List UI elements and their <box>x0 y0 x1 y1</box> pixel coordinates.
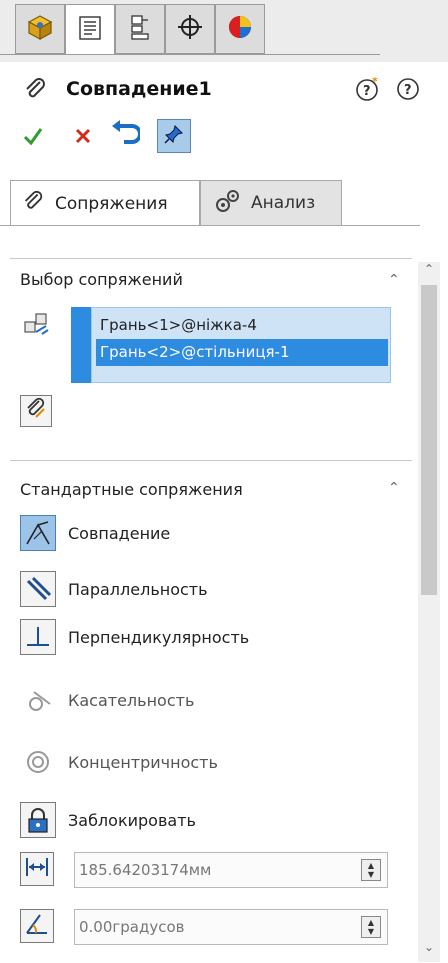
scroll-down-arrow-icon[interactable]: ⌄ <box>420 940 438 958</box>
spin-down-icon: ▼ <box>367 927 375 936</box>
mate-option-concentric: Концентричность <box>20 742 218 782</box>
svg-text:*: * <box>372 76 378 88</box>
gears-icon <box>213 187 243 220</box>
parallel-icon <box>20 571 56 607</box>
property-header: Совпадение1 ? * ? <box>0 66 448 110</box>
manager-tab-strip <box>0 0 448 62</box>
list-item-selected[interactable]: Грань<2>@стільниця-1 <box>96 339 388 366</box>
checkmark-icon <box>22 125 44 151</box>
action-toolbar <box>0 115 448 161</box>
ok-button[interactable] <box>16 121 50 155</box>
multiple-mate-mode-button[interactable] <box>20 395 52 427</box>
cancel-button[interactable] <box>66 121 100 155</box>
section-divider <box>10 460 412 461</box>
mate-paperclip-icon <box>21 189 45 218</box>
spin-up-icon: ▲ <box>367 918 375 927</box>
angle-input[interactable]: 0.00градусов ▲ ▼ <box>74 909 388 945</box>
mate-option-lock[interactable]: Заблокировать <box>20 800 196 840</box>
feature-manager-icon <box>25 13 55 45</box>
keep-visible-pin-button[interactable] <box>157 119 191 153</box>
pushpin-icon <box>163 123 185 149</box>
multi-mate-icon <box>24 397 48 425</box>
undo-button[interactable] <box>108 119 142 153</box>
option-label: Перпендикулярность <box>68 627 250 647</box>
angle-spinner[interactable]: ▲ ▼ <box>361 916 381 938</box>
spin-up-icon: ▲ <box>367 861 375 870</box>
tab-display-manager[interactable] <box>215 4 265 54</box>
distance-input[interactable]: 185.64203174мм ▲ ▼ <box>74 852 388 888</box>
tab-property-manager[interactable] <box>65 4 115 54</box>
tangent-icon <box>20 682 56 718</box>
list-item[interactable]: Грань<1>@ніжка-4 <box>96 312 388 339</box>
lock-icon <box>20 802 56 838</box>
section-title-mate-selections: Выбор сопряжений <box>20 270 183 289</box>
section-divider <box>10 258 412 259</box>
tab-strip-divider <box>0 54 380 55</box>
mate-entities-icon <box>22 310 52 344</box>
mate-selection-list[interactable]: Грань<1>@ніжка-4 Грань<2>@стільниця-1 <box>91 307 391 383</box>
tab-analysis[interactable]: Анализ <box>200 180 342 226</box>
help-icon[interactable]: ? <box>395 76 421 102</box>
option-label: Параллельность <box>68 579 208 599</box>
tab-feature-manager[interactable] <box>15 4 65 54</box>
close-icon <box>73 126 93 150</box>
angle-mate-button[interactable] <box>20 909 54 943</box>
svg-text:?: ? <box>404 83 412 98</box>
distance-value: 185.64203174мм <box>79 861 212 879</box>
option-label: Совпадение <box>68 523 171 543</box>
distance-icon <box>24 854 50 884</box>
tab-analysis-label: Анализ <box>251 193 316 213</box>
scroll-up-arrow-icon[interactable]: ⌃ <box>420 262 438 280</box>
angle-value: 0.00градусов <box>79 918 185 936</box>
coincident-icon <box>20 515 56 551</box>
concentric-icon <box>20 744 56 780</box>
mate-option-coincident[interactable]: Совпадение <box>20 513 170 553</box>
tab-dimxpert-manager[interactable] <box>165 4 215 54</box>
distance-spinner[interactable]: ▲ ▼ <box>361 859 381 881</box>
property-manager-icon <box>76 14 104 46</box>
page-title: Совпадение1 <box>66 78 212 100</box>
tab-configuration-manager[interactable] <box>115 4 165 54</box>
whats-new-help-icon[interactable]: ? * <box>355 76 381 102</box>
tab-mates[interactable]: Сопряжения <box>10 180 200 226</box>
option-label: Концентричность <box>68 752 218 772</box>
mate-option-parallel[interactable]: Параллельность <box>20 569 208 609</box>
option-label: Касательность <box>68 690 195 710</box>
spin-down-icon: ▼ <box>367 870 375 879</box>
distance-mate-button[interactable] <box>20 852 54 886</box>
configuration-manager-icon <box>126 13 154 45</box>
mate-option-perpendicular[interactable]: Перпендикулярность <box>20 617 249 657</box>
chevron-up-icon[interactable]: ⌃ <box>388 480 400 496</box>
tab-mates-label: Сопряжения <box>55 193 168 214</box>
perpendicular-icon <box>20 619 56 655</box>
chevron-up-icon[interactable]: ⌃ <box>388 272 400 288</box>
display-manager-icon <box>226 13 254 45</box>
angle-icon <box>24 911 50 941</box>
mate-option-tangent: Касательность <box>20 680 194 720</box>
scrollbar-thumb[interactable] <box>421 285 437 595</box>
svg-text:?: ? <box>363 84 371 99</box>
dimxpert-manager-icon <box>176 13 204 45</box>
option-label: Заблокировать <box>68 810 196 830</box>
undo-arrow-icon <box>110 120 142 152</box>
section-title-standard-mates: Стандартные сопряжения <box>20 480 243 499</box>
mate-paperclip-icon <box>22 76 48 102</box>
selection-active-indicator <box>71 307 91 383</box>
